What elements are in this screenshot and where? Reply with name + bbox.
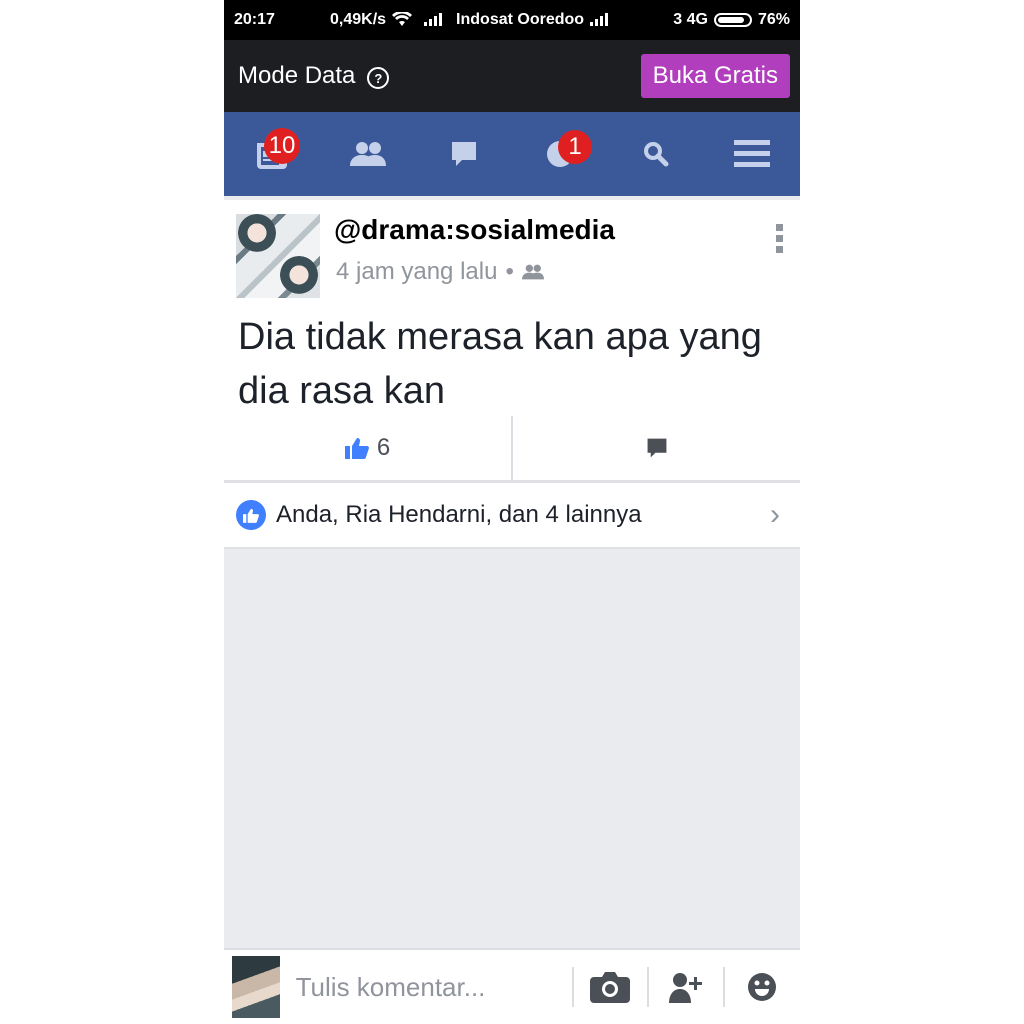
likes-count: 6 <box>376 434 391 461</box>
smiley-icon <box>748 973 777 1001</box>
meta-separator: • <box>505 258 514 285</box>
message-icon <box>452 142 476 166</box>
nav-friend-requests[interactable] <box>338 124 398 184</box>
camera-button[interactable] <box>571 967 647 1007</box>
post-meta: 4 jam yang lalu • <box>336 258 544 286</box>
my-avatar <box>232 956 280 1018</box>
search-icon <box>644 142 669 167</box>
nav-news-feed[interactable]: 10 <box>242 124 302 184</box>
nav-search[interactable] <box>626 124 686 184</box>
tag-friend-button[interactable] <box>647 967 722 1007</box>
thumbs-up-icon <box>344 438 369 459</box>
friends-audience-icon <box>521 264 544 280</box>
battery-icon <box>713 13 752 27</box>
nav-menu[interactable] <box>722 124 782 184</box>
mode-data-bar: Mode Data ? Buka Gratis <box>224 40 800 112</box>
mode-data-title: Mode Data <box>238 62 356 89</box>
post-author[interactable]: @drama:sosialmedia <box>334 214 615 246</box>
post-text: Dia tidak merasa kan apa yang dia rasa k… <box>238 316 762 412</box>
like-button[interactable]: 6 <box>224 416 511 480</box>
help-icon[interactable]: ? <box>367 67 390 89</box>
news-feed-badge: 10 <box>264 128 300 164</box>
comment-input[interactable] <box>293 970 568 1004</box>
status-network: 3 4G <box>673 11 708 28</box>
divider <box>224 547 800 549</box>
top-nav: 10 1 <box>224 112 800 196</box>
signal-icon <box>424 12 450 29</box>
status-carrier: Indosat Ooredoo <box>456 11 585 28</box>
status-battery: 76% <box>757 11 790 28</box>
post-time[interactable]: 4 jam yang lalu <box>336 258 497 286</box>
sticker-button[interactable] <box>722 967 800 1007</box>
comment-button[interactable] <box>513 416 800 480</box>
add-friend-icon <box>668 973 702 1003</box>
more-options-icon[interactable] <box>776 224 784 253</box>
signal-icon-2 <box>590 12 616 29</box>
status-time: 20:17 <box>234 11 275 28</box>
post-actions: 6 <box>224 416 800 480</box>
phone-screen: 20:17 0,49K/s Indosat Ooredoo 3 4G 76% M… <box>224 0 800 1024</box>
camera-icon <box>590 972 631 1003</box>
comment-icon <box>647 438 666 458</box>
comment-bar <box>224 948 800 1024</box>
friends-icon <box>350 142 386 166</box>
status-speed: 0,49K/s <box>330 11 387 28</box>
wifi-icon <box>392 10 413 29</box>
like-reaction-icon <box>236 500 266 530</box>
likes-summary-row[interactable]: Anda, Ria Hendarni, dan 4 lainnya › <box>224 483 800 547</box>
status-bar: 20:17 0,49K/s Indosat Ooredoo 3 4G 76% <box>224 0 800 40</box>
notifications-badge: 1 <box>558 130 592 164</box>
nav-messages[interactable] <box>434 124 494 184</box>
author-avatar[interactable] <box>236 214 320 298</box>
chevron-right-icon: › <box>770 498 780 531</box>
nav-notifications[interactable]: 1 <box>530 124 592 184</box>
likes-summary-text: Anda, Ria Hendarni, dan 4 lainnya <box>276 501 642 528</box>
post-card: @drama:sosialmedia 4 jam yang lalu • Dia… <box>224 200 800 480</box>
open-free-button[interactable]: Buka Gratis <box>640 54 790 98</box>
hamburger-menu-icon <box>734 140 770 167</box>
